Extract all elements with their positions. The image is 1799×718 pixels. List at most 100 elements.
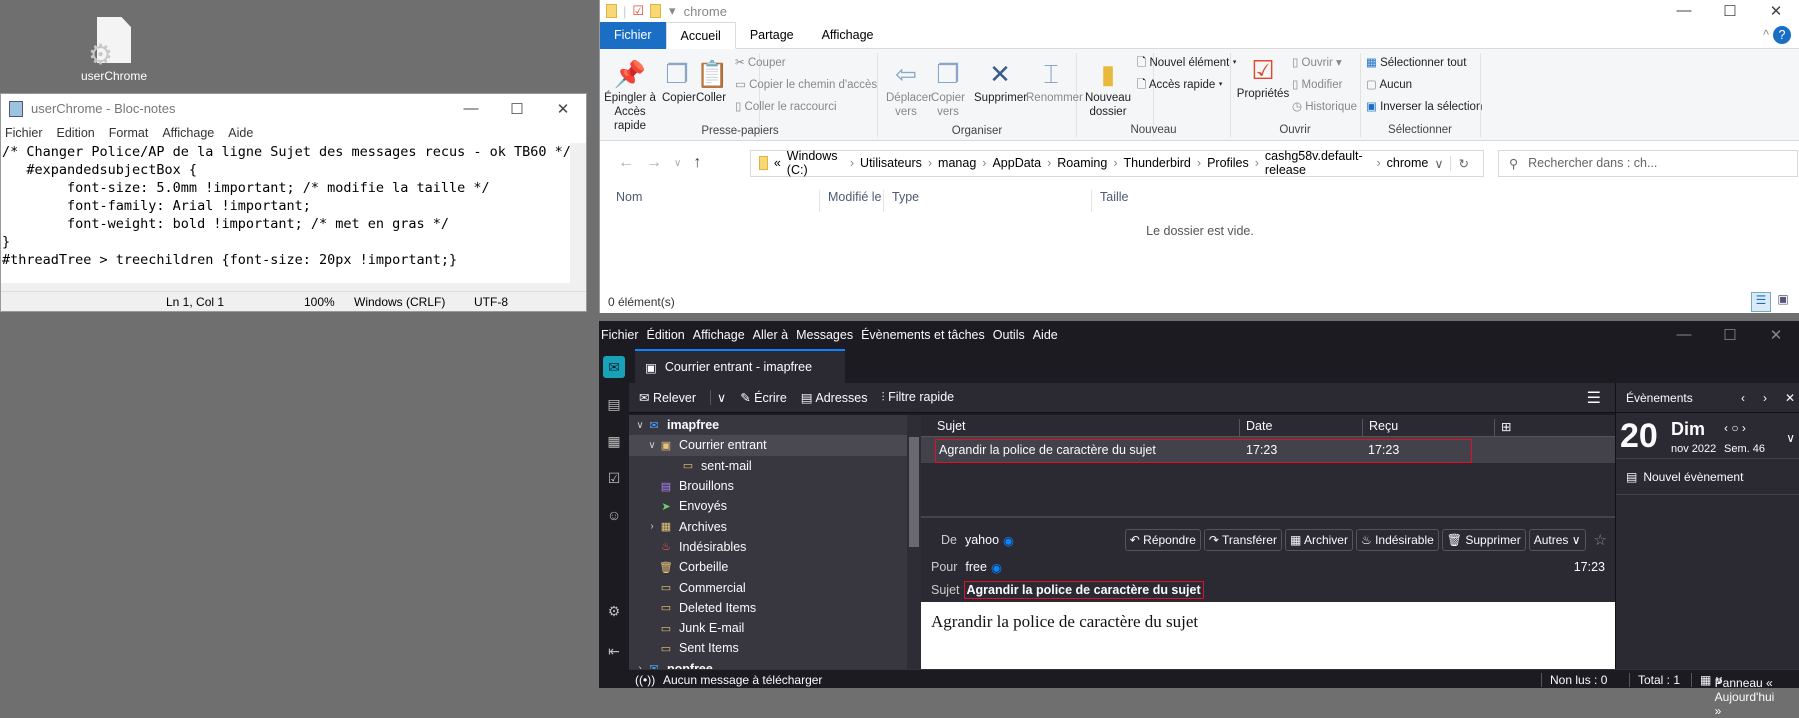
breadcrumb-item[interactable]: Roaming bbox=[1057, 156, 1107, 170]
copy-button[interactable]: ❐ Copier bbox=[662, 57, 696, 105]
expand-icon[interactable]: ∨ bbox=[1786, 431, 1795, 445]
message-row[interactable]: Agrandir la police de caractère du sujet… bbox=[921, 437, 1615, 463]
folder-item[interactable]: ▭ Deleted Items bbox=[629, 598, 921, 618]
breadcrumb-item[interactable]: cashg58v.default-release bbox=[1265, 149, 1371, 177]
close-button[interactable]: ✕ bbox=[1753, 2, 1799, 20]
scroll-thumb[interactable] bbox=[909, 437, 919, 547]
up-button[interactable]: ↑ bbox=[693, 154, 701, 172]
tab-accueil[interactable]: Accueil bbox=[665, 21, 736, 49]
folder-item[interactable]: ▭ Junk E-mail bbox=[629, 618, 921, 638]
copy-to-button[interactable]: ❐ Copier vers bbox=[928, 57, 968, 119]
breadcrumb-item[interactable]: manag bbox=[938, 156, 976, 170]
column-type[interactable]: Type bbox=[883, 190, 919, 212]
folder-item[interactable]: ›✉popfree bbox=[629, 659, 921, 669]
new-event-button[interactable]: ▤ Nouvel évènement bbox=[1616, 459, 1799, 495]
tab-fichier[interactable]: Fichier bbox=[600, 21, 666, 49]
column-modifie[interactable]: Modifié le bbox=[819, 190, 882, 212]
delete-button[interactable]: 🗑 Supprimer bbox=[1441, 529, 1526, 551]
menu-aide[interactable]: Aide bbox=[1033, 328, 1058, 342]
maximize-button[interactable]: ☐ bbox=[1707, 2, 1753, 20]
column-received[interactable]: Reçu bbox=[1362, 419, 1398, 439]
menu-aide[interactable]: Aide bbox=[228, 126, 253, 140]
menu-affichage[interactable]: Affichage bbox=[162, 126, 214, 140]
get-messages-dropdown[interactable]: ∨ bbox=[710, 390, 726, 405]
breadcrumb-item[interactable]: Thunderbird bbox=[1123, 156, 1190, 170]
tab-affichage[interactable]: Affichage bbox=[808, 22, 888, 49]
rename-button[interactable]: ⌶ Renommer bbox=[1026, 57, 1083, 105]
folder-item[interactable]: ▭ sent-mail bbox=[629, 456, 921, 476]
more-button[interactable]: Autres ∨ bbox=[1528, 529, 1586, 551]
folder-item[interactable]: › ▦ Archives bbox=[629, 516, 921, 536]
to-value[interactable]: free bbox=[965, 560, 987, 574]
menu-aller[interactable]: Aller à bbox=[753, 328, 788, 342]
chat-icon[interactable]: ☺ bbox=[603, 504, 625, 526]
prev-icon[interactable]: ‹ bbox=[1741, 391, 1745, 405]
quick-filter-button[interactable]: ⫶ Filtre rapide bbox=[882, 390, 955, 405]
recent-dropdown[interactable]: ∨ bbox=[674, 158, 681, 169]
delete-button[interactable]: ✕ Supprimer bbox=[974, 57, 1027, 105]
close-pane-icon[interactable]: ✕ bbox=[1785, 391, 1795, 405]
column-subject[interactable]: Sujet bbox=[931, 419, 966, 439]
forward-button[interactable]: ↷ Transférer bbox=[1203, 529, 1282, 551]
properties-quick-icon[interactable]: ☑ bbox=[632, 3, 644, 19]
minimize-button[interactable]: — bbox=[1661, 2, 1707, 20]
paste-shortcut-button[interactable]: ▯ Coller le raccourci bbox=[735, 99, 837, 115]
chevron-icon[interactable]: › bbox=[645, 521, 659, 532]
menu-outils[interactable]: Outils bbox=[993, 328, 1025, 342]
desktop-file-icon[interactable]: ⚙ userChrome bbox=[70, 17, 158, 83]
write-button[interactable]: ✎ Écrire bbox=[740, 390, 787, 405]
breadcrumb-item[interactable]: AppData bbox=[992, 156, 1041, 170]
star-icon[interactable]: ☆ bbox=[1594, 531, 1607, 549]
maximize-button[interactable]: ☐ bbox=[494, 100, 540, 118]
menu-affichage[interactable]: Affichage bbox=[693, 328, 745, 342]
tab-inbox[interactable]: ▣ Courrier entrant - imapfree bbox=[635, 349, 845, 383]
settings-icon[interactable]: ⚙ bbox=[603, 600, 625, 622]
cut-button[interactable]: ✂ Couper bbox=[735, 55, 786, 71]
pin-button[interactable]: 📌 Épingler à Accès rapide bbox=[602, 57, 658, 133]
menu-edition[interactable]: Édition bbox=[647, 328, 685, 342]
close-button[interactable]: ✕ bbox=[540, 100, 586, 118]
minimize-button[interactable]: — bbox=[1661, 326, 1707, 344]
menu-messages[interactable]: Messages bbox=[796, 328, 853, 342]
menu-fichier[interactable]: Fichier bbox=[601, 328, 639, 342]
column-picker-icon[interactable]: ⊞ bbox=[1494, 419, 1511, 439]
details-view-button[interactable]: ☰ bbox=[1751, 292, 1771, 312]
folder-item[interactable]: ▤ Brouillons bbox=[629, 476, 921, 496]
junk-button[interactable]: ♨ Indésirable bbox=[1355, 529, 1439, 551]
help-icon[interactable]: ? bbox=[1773, 26, 1791, 44]
date-nav[interactable]: ‹ ○ › bbox=[1724, 421, 1746, 435]
move-to-button[interactable]: ⇦ Déplacer vers bbox=[886, 57, 932, 119]
folder-item[interactable]: ∨ ✉ imapfree bbox=[629, 415, 921, 435]
close-button[interactable]: ✕ bbox=[1753, 326, 1799, 344]
mail-space-icon[interactable]: ✉ bbox=[603, 356, 625, 378]
select-all-button[interactable]: ▦ Sélectionner tout bbox=[1366, 55, 1466, 71]
folder-scrollbar[interactable] bbox=[907, 415, 921, 669]
folder-item[interactable]: ▭ Sent Items bbox=[629, 638, 921, 658]
menu-fichier[interactable]: Fichier bbox=[5, 126, 43, 140]
reply-button[interactable]: ↶ Répondre bbox=[1124, 529, 1201, 551]
calendar-icon[interactable]: ▦ bbox=[603, 430, 625, 452]
menu-edition[interactable]: Edition bbox=[57, 126, 95, 140]
chevron-icon[interactable]: ∨ bbox=[645, 440, 659, 451]
edit-button[interactable]: ▯ Modifier bbox=[1292, 77, 1342, 93]
tasks-icon[interactable]: ☑ bbox=[603, 467, 625, 489]
folder-item[interactable]: ♨ Indésirables bbox=[629, 537, 921, 557]
menu-format[interactable]: Format bbox=[109, 126, 149, 140]
customize-dropdown-icon[interactable]: ▾ bbox=[669, 3, 676, 19]
maximize-button[interactable]: ☐ bbox=[1707, 326, 1753, 344]
address-bar[interactable]: « Windows (C:) › Utilisateurs › manag › App… bbox=[750, 149, 1484, 177]
get-messages-button[interactable]: ✉ Relever bbox=[639, 390, 696, 405]
app-menu-icon[interactable]: ☰ bbox=[1587, 388, 1601, 408]
select-none-button[interactable]: ▢ Aucun bbox=[1366, 77, 1412, 93]
folder-item[interactable]: ∨ ▣ Courrier entrant bbox=[629, 435, 921, 456]
menu-evenements[interactable]: Évènements et tâches bbox=[861, 328, 985, 342]
minimize-button[interactable]: — bbox=[448, 100, 494, 118]
breadcrumb-item[interactable]: chrome bbox=[1387, 156, 1429, 170]
search-input[interactable]: ⚲ Rechercher dans : ch... bbox=[1498, 149, 1798, 177]
properties-button[interactable]: ☑ Propriétés bbox=[1235, 53, 1291, 101]
paste-button[interactable]: 📋 Coller bbox=[696, 57, 728, 105]
history-button[interactable]: ◷ Historique bbox=[1292, 99, 1357, 115]
breadcrumb-item[interactable]: Profiles bbox=[1207, 156, 1249, 170]
forward-button[interactable]: → bbox=[646, 154, 662, 172]
text-editor[interactable]: /* Changer Police/AP de la ligne Sujet d… bbox=[1, 143, 586, 283]
